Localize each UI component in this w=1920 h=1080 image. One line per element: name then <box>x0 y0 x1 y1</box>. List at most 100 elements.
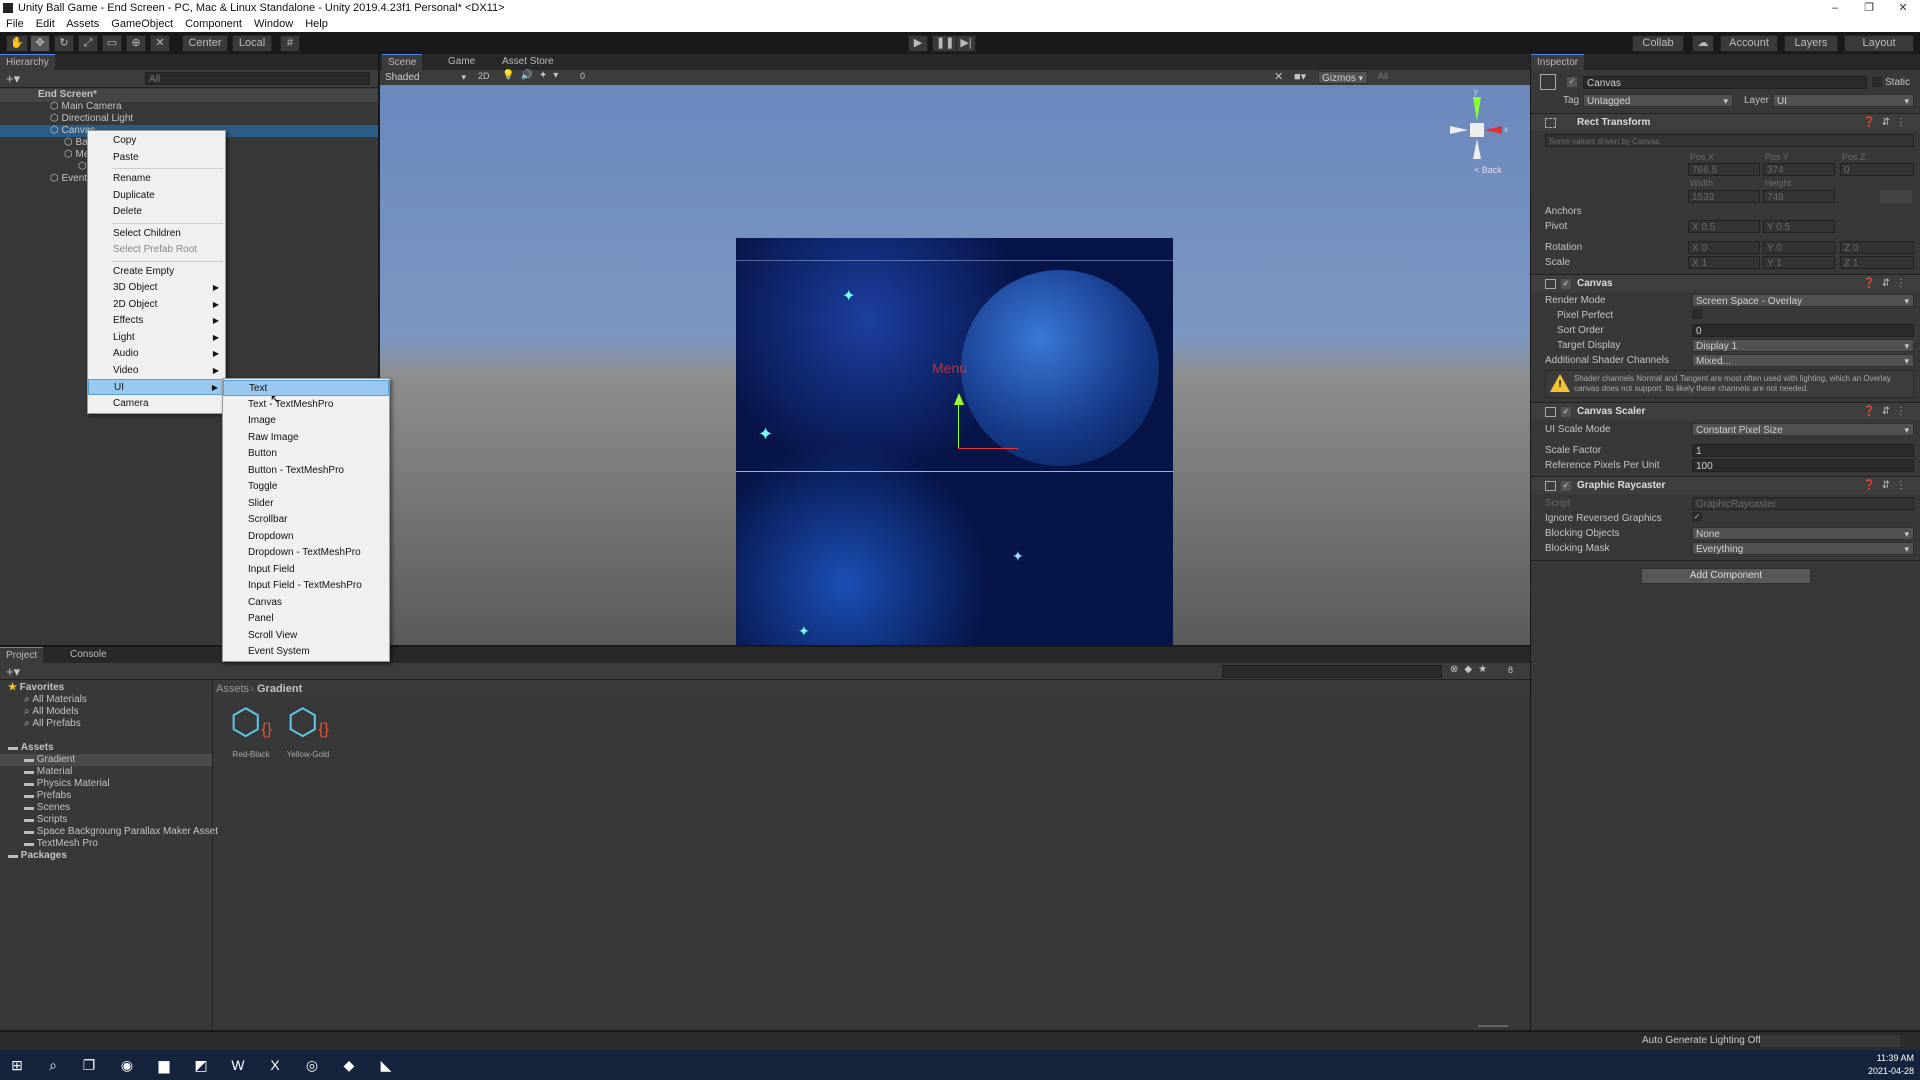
ui-scale-mode-dropdown[interactable]: Constant Pixel Size <box>1692 423 1914 436</box>
tab-hierarchy[interactable]: Hierarchy <box>0 54 55 70</box>
submenu-item-button-textmeshpro[interactable]: Button - TextMeshPro <box>223 463 389 479</box>
menu-item-create-empty[interactable]: Create Empty <box>88 264 225 280</box>
clock-date[interactable]: 2021-04-28 <box>1860 1066 1914 1076</box>
menu-assets[interactable]: Assets <box>66 18 99 30</box>
graphic-raycaster-header[interactable]: ✓ Graphic Raycaster ❓⇵⋮ <box>1531 476 1920 494</box>
scale-y-field[interactable]: Y 1 <box>1763 256 1835 269</box>
submenu-item-text[interactable]: Text <box>223 380 389 396</box>
project-tree-item[interactable]: ▬ Scripts <box>24 814 67 826</box>
pivot-center-toggle[interactable]: Center <box>182 35 228 52</box>
menu-gameobject[interactable]: GameObject <box>111 18 173 30</box>
rotation-x-field[interactable]: X 0 <box>1688 241 1760 254</box>
menu-item-rename[interactable]: Rename <box>88 171 225 187</box>
scene-search-input[interactable]: All <box>1378 71 1388 81</box>
menu-component[interactable]: Component <box>185 18 242 30</box>
tab-console[interactable]: Console <box>64 647 113 663</box>
ignore-reversed-checkbox[interactable]: ✓ <box>1692 512 1702 522</box>
tab-inspector[interactable]: Inspector <box>1531 54 1585 70</box>
canvas-scaler-header[interactable]: ✓ Canvas Scaler ❓⇵⋮ <box>1531 402 1920 420</box>
hidden-packages-count[interactable]: 8 <box>1508 665 1513 675</box>
blocking-mask-dropdown[interactable]: Everything <box>1692 542 1914 555</box>
scale-x-field[interactable]: X 1 <box>1688 256 1760 269</box>
project-tree-item[interactable]: ⌕ All Models <box>24 706 79 718</box>
tab-game[interactable]: Game <box>442 54 481 70</box>
word-icon[interactable]: W <box>227 1054 249 1076</box>
pivot-local-toggle[interactable]: Local <box>232 35 272 52</box>
hidden-objects-count[interactable]: 0 <box>580 71 585 81</box>
minimize-button[interactable]: – <box>1818 0 1852 16</box>
account-dropdown[interactable]: Account <box>1720 35 1778 52</box>
menu-item-2d-object[interactable]: 2D Object ▶ <box>88 297 225 313</box>
scene-root-item[interactable]: End Screen* <box>38 89 97 101</box>
anchors-foldout[interactable]: Anchors <box>1545 206 1582 217</box>
pos-x-field[interactable]: 766.5 <box>1688 163 1760 176</box>
pixel-perfect-checkbox[interactable] <box>1692 309 1702 319</box>
rect-transform-header[interactable]: Rect Transform ❓⇵⋮ <box>1531 113 1920 131</box>
camera-icon[interactable]: ■▾ <box>1294 70 1306 83</box>
outlook-icon[interactable]: ◩ <box>190 1054 212 1076</box>
submenu-item-text-textmeshpro[interactable]: Text - TextMeshPro <box>223 397 389 413</box>
submenu-item-button[interactable]: Button <box>223 446 389 462</box>
pivot-x-field[interactable]: X 0.5 <box>1688 220 1760 233</box>
tab-scene[interactable]: Scene <box>382 54 423 70</box>
menu-item-ui[interactable]: UI ▶ <box>88 379 225 395</box>
submenu-item-dropdown-textmeshpro[interactable]: Dropdown - TextMeshPro <box>223 545 389 561</box>
render-mode-dropdown[interactable]: Screen Space - Overlay <box>1692 294 1914 307</box>
menu-edit[interactable]: Edit <box>36 18 55 30</box>
play-button[interactable]: ▶ <box>908 35 928 52</box>
submenu-item-canvas[interactable]: Canvas <box>223 595 389 611</box>
hierarchy-item[interactable]: ⬡ Directional Light <box>50 113 133 125</box>
scale-tool-icon[interactable]: ⤢ <box>78 35 98 52</box>
submenu-item-image[interactable]: Image <box>223 413 389 429</box>
pos-y-field[interactable]: 374 <box>1763 163 1835 176</box>
submenu-item-slider[interactable]: Slider <box>223 496 389 512</box>
width-field[interactable]: 1533 <box>1688 190 1760 203</box>
close-button[interactable]: ✕ <box>1886 0 1920 16</box>
submenu-item-raw-image[interactable]: Raw Image <box>223 430 389 446</box>
add-component-button[interactable]: Add Component <box>1641 568 1811 584</box>
project-tree-item[interactable]: ⌕ All Prefabs <box>24 718 81 730</box>
collab-dropdown[interactable]: Collab <box>1632 35 1684 52</box>
create-asset-button[interactable]: +▾ <box>6 664 20 680</box>
canvas-component-header[interactable]: ✓ Canvas ❓⇵⋮ <box>1531 274 1920 292</box>
scene-orientation-gizmo[interactable] <box>1470 123 1484 137</box>
menu-item-video[interactable]: Video ▶ <box>88 363 225 379</box>
project-tree-item[interactable]: ▬ Material <box>24 766 72 778</box>
clock-time[interactable]: 11:39 AM <box>1860 1053 1914 1063</box>
menu-item-light[interactable]: Light ▶ <box>88 330 225 346</box>
blueprint-raw-buttons[interactable] <box>1880 190 1912 203</box>
scene-viewport[interactable]: ✦ ✦ ✦ ✦ Menu y x < Back <box>380 85 1530 645</box>
scale-z-field[interactable]: Z 1 <box>1840 256 1914 269</box>
unity-icon[interactable]: ◆ <box>338 1054 360 1076</box>
shading-mode-dropdown[interactable]: Shaded <box>382 71 470 84</box>
project-tree-item[interactable]: ▬ TextMesh Pro <box>24 838 98 850</box>
menu-text[interactable]: Menu <box>932 360 967 376</box>
rotation-y-field[interactable]: Y 0 <box>1763 241 1835 254</box>
layers-dropdown[interactable]: Layers <box>1784 35 1838 52</box>
project-tree-item[interactable]: ▬ Physics Material <box>24 778 110 790</box>
file-explorer-icon[interactable]: ▆ <box>153 1054 175 1076</box>
step-button[interactable]: ▶| <box>956 35 976 52</box>
submenu-item-dropdown[interactable]: Dropdown <box>223 529 389 545</box>
menu-file[interactable]: File <box>6 18 24 30</box>
breadcrumb-gradient[interactable]: Gradient <box>257 683 302 695</box>
add-button[interactable]: +▾ <box>6 71 20 87</box>
cloud-icon[interactable]: ☁ <box>1692 35 1714 52</box>
menu-help[interactable]: Help <box>305 18 328 30</box>
static-label[interactable]: Static <box>1885 77 1910 88</box>
rotation-z-field[interactable]: Z 0 <box>1840 241 1914 254</box>
project-tree-item[interactable]: ▬ Assets <box>8 742 54 754</box>
project-tree-item[interactable]: ★ Favorites <box>8 682 64 694</box>
asset-red-black[interactable]: ⬡{} Red-Black <box>225 702 277 760</box>
menu-item-copy[interactable]: Copy <box>88 133 225 149</box>
transform-tool-icon[interactable]: ⊕ <box>126 35 146 52</box>
project-tree-item[interactable]: ▬ Gradient <box>24 754 75 766</box>
rotate-tool-icon[interactable]: ↻ <box>54 35 74 52</box>
maximize-button[interactable]: ❐ <box>1852 0 1886 16</box>
active-checkbox[interactable]: ✓ <box>1567 77 1577 87</box>
submenu-item-input-field[interactable]: Input Field <box>223 562 389 578</box>
menu-item-select-prefab-root[interactable]: Select Prefab Root <box>88 242 225 258</box>
search-icon[interactable]: ⌕ <box>42 1054 64 1076</box>
project-tree-item[interactable]: ▬ Prefabs <box>24 790 71 802</box>
submenu-item-event-system[interactable]: Event System <box>223 644 389 660</box>
